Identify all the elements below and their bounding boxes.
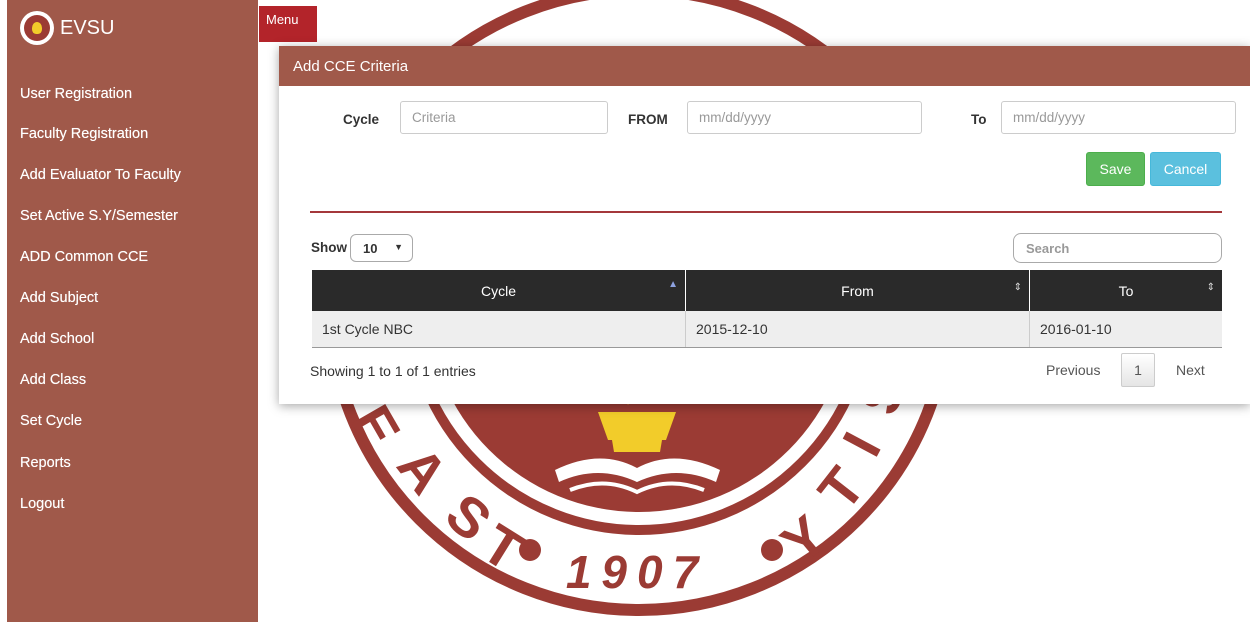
sidebar-item-add-common-cce[interactable]: ADD Common CCE xyxy=(20,249,148,265)
sidebar-item-add-school[interactable]: Add School xyxy=(20,331,94,347)
brand[interactable]: EVSU xyxy=(20,10,114,46)
sort-both-icon: ⇕ xyxy=(1013,282,1022,293)
sidebar-item-add-class[interactable]: Add Class xyxy=(20,372,86,388)
seal-letter-right-i: I xyxy=(830,422,893,465)
save-button[interactable]: Save xyxy=(1086,152,1145,186)
to-label: To xyxy=(971,112,987,127)
sidebar: EVSU User Registration Faculty Registrat… xyxy=(7,0,258,622)
page-button-1[interactable]: 1 xyxy=(1121,353,1155,387)
seal-dot-left xyxy=(519,539,541,561)
modal-title: Add CCE Criteria xyxy=(279,46,1250,86)
sidebar-item-add-subject[interactable]: Add Subject xyxy=(20,290,98,306)
search-input[interactable] xyxy=(1013,233,1222,263)
column-header-from[interactable]: From ⇕ xyxy=(685,270,1030,311)
sidebar-item-set-cycle[interactable]: Set Cycle xyxy=(20,413,82,429)
cycle-input[interactable] xyxy=(400,101,608,134)
cancel-button[interactable]: Cancel xyxy=(1150,152,1221,186)
to-date-field[interactable] xyxy=(1001,101,1236,134)
menu-button[interactable]: Menu xyxy=(259,6,317,42)
table-header-row: Cycle ▲ From ⇕ To ⇕ xyxy=(312,270,1222,311)
show-label: Show xyxy=(311,240,347,255)
entries-per-page-value: 10 xyxy=(363,241,378,256)
seal-dot-right xyxy=(761,539,783,561)
add-cce-criteria-modal: Add CCE Criteria Cycle FROM To Save Canc… xyxy=(279,46,1250,404)
cell-to: 2016-01-10 xyxy=(1029,311,1222,348)
cycle-label: Cycle xyxy=(343,112,380,127)
sidebar-item-user-registration[interactable]: User Registration xyxy=(20,86,132,102)
criteria-table: Cycle ▲ From ⇕ To ⇕ 1st Cycle NBC 2015-1… xyxy=(312,270,1222,348)
from-date-field[interactable] xyxy=(687,101,922,134)
from-label: FROM xyxy=(628,112,668,127)
table-row[interactable]: 1st Cycle NBC 2015-12-10 2016-01-10 xyxy=(312,311,1222,348)
evsu-logo-icon xyxy=(20,11,54,45)
previous-button[interactable]: Previous xyxy=(1046,353,1100,387)
seal-year: 1907 xyxy=(566,546,708,598)
sidebar-item-faculty-registration[interactable]: Faculty Registration xyxy=(20,126,148,142)
sidebar-item-set-active-sy[interactable]: Set Active S.Y/Semester xyxy=(20,208,178,224)
sidebar-item-add-evaluator[interactable]: Add Evaluator To Faculty xyxy=(20,167,181,183)
seal-letter-right-y: Y xyxy=(769,503,838,575)
sort-both-icon: ⇕ xyxy=(1206,282,1215,293)
column-header-cycle[interactable]: Cycle ▲ xyxy=(312,270,686,311)
sidebar-item-reports[interactable]: Reports xyxy=(20,455,71,471)
divider xyxy=(310,211,1222,213)
brand-name: EVSU xyxy=(60,16,115,39)
next-button[interactable]: Next xyxy=(1176,353,1205,387)
column-header-to[interactable]: To ⇕ xyxy=(1029,270,1222,311)
sort-ascending-icon: ▲ xyxy=(668,279,678,290)
cell-from: 2015-12-10 xyxy=(685,311,1030,348)
chevron-down-icon: ▼ xyxy=(394,242,403,252)
sidebar-item-logout[interactable]: Logout xyxy=(20,496,64,512)
table-info: Showing 1 to 1 of 1 entries xyxy=(310,363,476,379)
cell-cycle: 1st Cycle NBC xyxy=(312,311,686,348)
entries-per-page-select[interactable]: 10 ▼ xyxy=(350,234,413,262)
